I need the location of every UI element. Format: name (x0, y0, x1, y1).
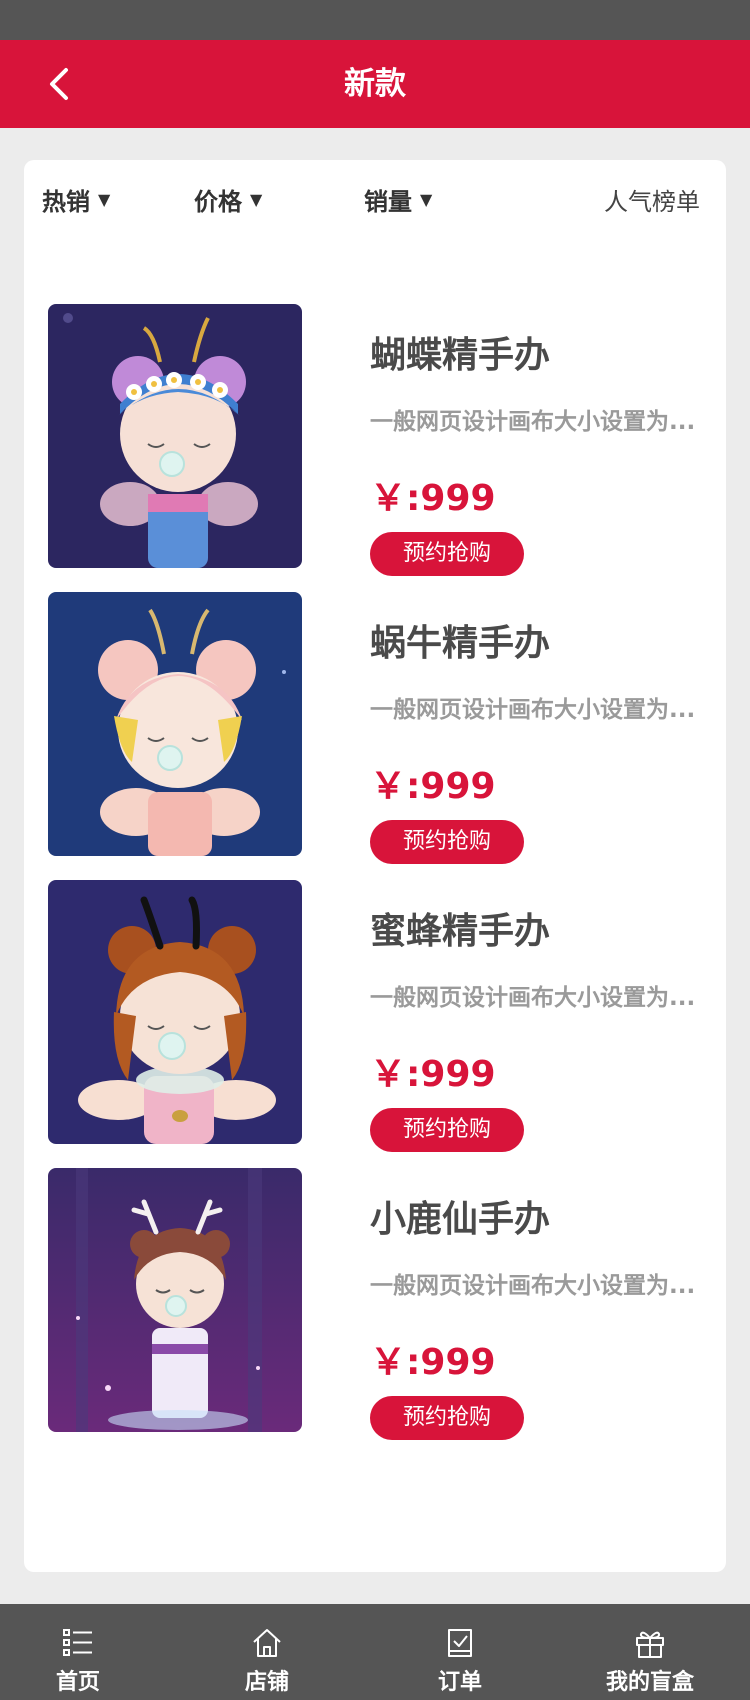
product-description: 一般网页设计画布大小设置为... (370, 697, 696, 723)
tab-home[interactable]: 首页 (18, 1604, 138, 1700)
filter-hot[interactable]: 热销 ▼ (42, 182, 110, 217)
product-image[interactable] (48, 880, 302, 1144)
caret-down-icon: ▼ (250, 190, 263, 209)
caret-down-icon: ▼ (420, 190, 433, 209)
tab-shop[interactable]: 店铺 (207, 1604, 327, 1700)
bee-figure-image (48, 880, 302, 1144)
filter-ranking[interactable]: 人气榜单 (604, 182, 700, 217)
product-name: 蜗牛精手办 (370, 623, 551, 664)
product-item[interactable]: 蜜蜂精手办 一般网页设计画布大小设置为... ￥:999 预约抢购 (24, 880, 726, 1160)
filter-price[interactable]: 价格 ▼ (194, 182, 262, 217)
product-item[interactable]: 蜗牛精手办 一般网页设计画布大小设置为... ￥:999 预约抢购 (24, 592, 726, 872)
home-icon (253, 1629, 281, 1657)
tab-my-blindbox[interactable]: 我的盲盒 (590, 1604, 710, 1700)
reserve-button[interactable]: 预约抢购 (370, 1108, 524, 1152)
product-description: 一般网页设计画布大小设置为... (370, 409, 696, 435)
reserve-button[interactable]: 预约抢购 (370, 820, 524, 864)
product-description: 一般网页设计画布大小设置为... (370, 985, 696, 1011)
gift-box-icon (636, 1631, 664, 1658)
tab-label: 订单 (437, 1670, 482, 1695)
tab-label: 店铺 (244, 1670, 289, 1695)
filter-bar: 热销 ▼ 价格 ▼ 销量 ▼ 人气榜单 (24, 160, 726, 240)
product-name: 蜜蜂精手办 (370, 911, 551, 952)
filter-hot-label: 热销 (42, 188, 90, 216)
product-price: ￥:999 (370, 478, 496, 519)
caret-down-icon: ▼ (98, 190, 111, 209)
tab-label: 首页 (55, 1670, 100, 1695)
filter-price-label: 价格 (194, 188, 242, 216)
reserve-button[interactable]: 预约抢购 (370, 1396, 524, 1440)
product-image[interactable] (48, 1168, 302, 1432)
filter-sales-label: 销量 (364, 188, 412, 216)
product-description: 一般网页设计画布大小设置为... (370, 1273, 696, 1299)
product-name: 小鹿仙手办 (370, 1199, 551, 1240)
tab-label: 我的盲盒 (605, 1670, 694, 1695)
list-icon (63, 1629, 92, 1656)
bottom-tab-bar: 首页 店铺 订单 我的盲盒 (0, 1604, 750, 1700)
product-price: ￥:999 (370, 1342, 496, 1383)
nav-bar: 新款 (0, 40, 750, 128)
butterfly-figure-image (48, 304, 302, 568)
status-bar (0, 0, 750, 40)
filter-ranking-label: 人气榜单 (604, 188, 700, 216)
product-image[interactable] (48, 592, 302, 856)
product-list-card: 热销 ▼ 价格 ▼ 销量 ▼ 人气榜单 蝴蝶精手办 一般网页设计画布大小设置为.… (24, 160, 726, 1572)
product-price: ￥:999 (370, 766, 496, 807)
reserve-button[interactable]: 预约抢购 (370, 532, 524, 576)
deer-figure-image (48, 1168, 302, 1432)
product-item[interactable]: 蝴蝶精手办 一般网页设计画布大小设置为... ￥:999 预约抢购 (24, 304, 726, 584)
product-item[interactable]: 小鹿仙手办 一般网页设计画布大小设置为... ￥:999 预约抢购 (24, 1168, 726, 1448)
tab-orders[interactable]: 订单 (400, 1604, 520, 1700)
snail-figure-image (48, 592, 302, 856)
product-name: 蝴蝶精手办 (370, 335, 551, 376)
order-check-icon (448, 1629, 472, 1657)
product-image[interactable] (48, 304, 302, 568)
page-title: 新款 (344, 66, 406, 102)
filter-sales[interactable]: 销量 ▼ (364, 182, 432, 217)
product-price: ￥:999 (370, 1054, 496, 1095)
